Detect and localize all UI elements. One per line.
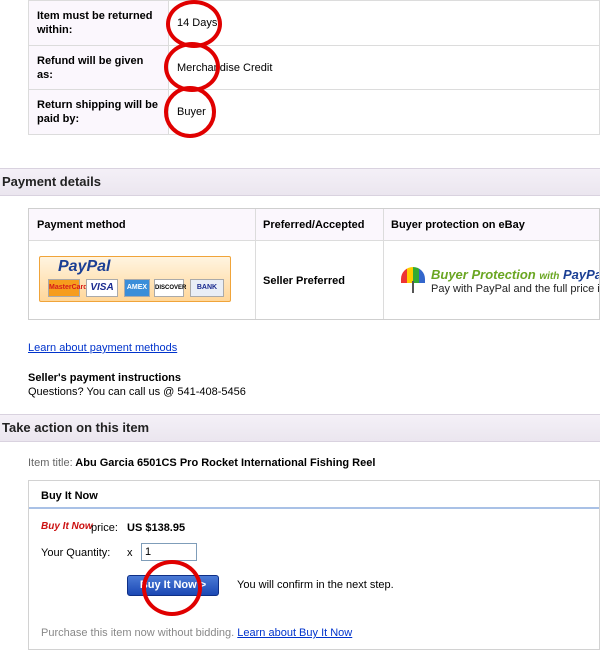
paypal-brand-text: PayPal (563, 267, 599, 282)
payment-method-column: Payment method (37, 219, 126, 231)
price-value: US $138.95 (127, 522, 186, 534)
visa-icon: VISA (86, 279, 118, 297)
buyer-protection-title: Buyer Protection with PayPal (431, 267, 599, 282)
bank-icon: BANK (190, 279, 224, 297)
payment-instructions-body: Questions? You can call us @ 541-408-545… (28, 386, 246, 398)
buy-it-now-logo: Buy It Now (41, 521, 93, 532)
buyer-protection-subtext: Pay with PayPal and the full price is co (431, 283, 600, 295)
paypal-logo: PayPal MasterCard VISA AMEX DISCOVER BAN… (39, 256, 231, 302)
with-text: with (539, 271, 560, 282)
buy-it-now-footer: Purchase this item now without bidding. … (41, 627, 352, 639)
preferred-column: Preferred/Accepted (263, 219, 365, 231)
learn-buy-it-now-link[interactable]: Learn about Buy It Now (237, 627, 352, 639)
divider (255, 209, 256, 319)
payment-details-header: Payment details (0, 168, 600, 196)
return-period-label: Item must be returned within: (28, 0, 169, 46)
confirm-note: You will confirm in the next step. (237, 579, 394, 591)
refund-value: Merchandise Credit (168, 45, 600, 90)
return-period-row: Item must be returned within: 14 Days (28, 0, 600, 46)
discover-icon: DISCOVER (154, 279, 186, 297)
buyer-protection-column: Buyer protection on eBay (391, 219, 525, 231)
refund-row: Refund will be given as: Merchandise Cre… (28, 45, 600, 90)
item-title: Item title: Abu Garcia 6501CS Pro Rocket… (28, 457, 375, 469)
return-shipping-value: Buyer (168, 89, 600, 135)
amex-icon: AMEX (124, 279, 150, 297)
divider (383, 209, 384, 319)
return-period-value: 14 Days (168, 0, 600, 46)
return-policy-table: Item must be returned within: 14 Days Re… (28, 0, 600, 135)
price-label: price: (91, 522, 118, 534)
learn-payment-methods-link[interactable]: Learn about payment methods (28, 342, 177, 354)
return-shipping-row: Return shipping will be paid by: Buyer (28, 89, 600, 135)
refund-label: Refund will be given as: (28, 45, 169, 90)
footer-text: Purchase this item now without bidding. (41, 627, 235, 639)
paypal-wordmark: PayPal (58, 258, 111, 275)
quantity-multiplier: x (127, 547, 133, 559)
take-action-header: Take action on this item (0, 414, 600, 442)
seller-preferred-text: Seller Preferred (263, 275, 345, 287)
mastercard-icon: MasterCard (48, 279, 88, 297)
payment-instructions-title: Seller's payment instructions (28, 372, 181, 384)
quantity-input[interactable] (141, 543, 197, 561)
buy-it-now-button[interactable]: Buy It Now > (127, 575, 219, 596)
payment-methods-box: Payment method Preferred/Accepted Buyer … (28, 208, 600, 320)
item-title-value: Abu Garcia 6501CS Pro Rocket Internation… (75, 457, 376, 469)
quantity-label: Your Quantity: (41, 547, 111, 559)
buyer-protection-text: Buyer Protection (431, 267, 536, 282)
umbrella-handle (412, 281, 414, 293)
item-title-label: Item title: (28, 457, 73, 469)
buy-it-now-title: Buy It Now (29, 481, 599, 509)
return-shipping-label: Return shipping will be paid by: (28, 89, 169, 135)
buy-it-now-box: Buy It Now Buy It Now price: US $138.95 … (28, 480, 600, 650)
